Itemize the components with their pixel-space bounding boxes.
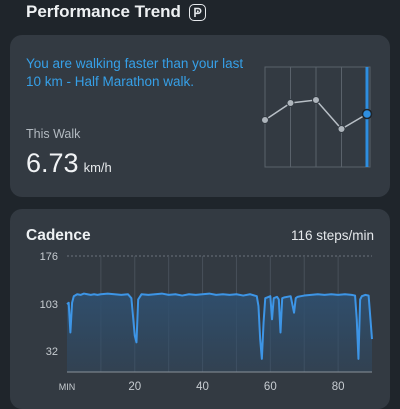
trend-point [312,96,320,104]
premium-p-icon [188,3,206,21]
speed-unit: km/h [83,160,112,175]
x-tick-label: MIN [59,382,76,392]
trend-point [286,99,295,107]
speed-value: 6.73 [26,148,79,178]
this-walk-label: This Walk [26,127,81,141]
trend-point [261,116,269,124]
cadence-chart: 176 103 32 MIN 20 40 60 80 [40,251,373,393]
y-tick-label: 103 [40,299,58,311]
x-tick-label: 60 [264,381,277,393]
page-title: Performance Trend [26,2,181,21]
trend-message: You are walking faster than your last 10… [26,56,244,89]
cadence-card: Cadence 116 steps/min 176 103 32 MIN 20 40 60 8… [10,209,390,409]
trend-mini-chart [261,66,373,168]
x-tick-label: 80 [332,381,345,393]
trend-point-current [361,108,373,120]
trend-frame [264,66,371,168]
speed-readout: 6.73 km/h [26,148,112,179]
y-tick-label: 32 [46,346,58,358]
x-tick-label: 40 [196,381,209,393]
y-tick-label: 176 [40,251,58,263]
x-tick-label: 20 [128,381,141,393]
performance-trend-card: You are walking faster than your last 10… [10,35,390,197]
trend-point [337,125,346,133]
cadence-area [67,293,372,372]
performance-trend-header: Performance Trend [26,0,206,24]
